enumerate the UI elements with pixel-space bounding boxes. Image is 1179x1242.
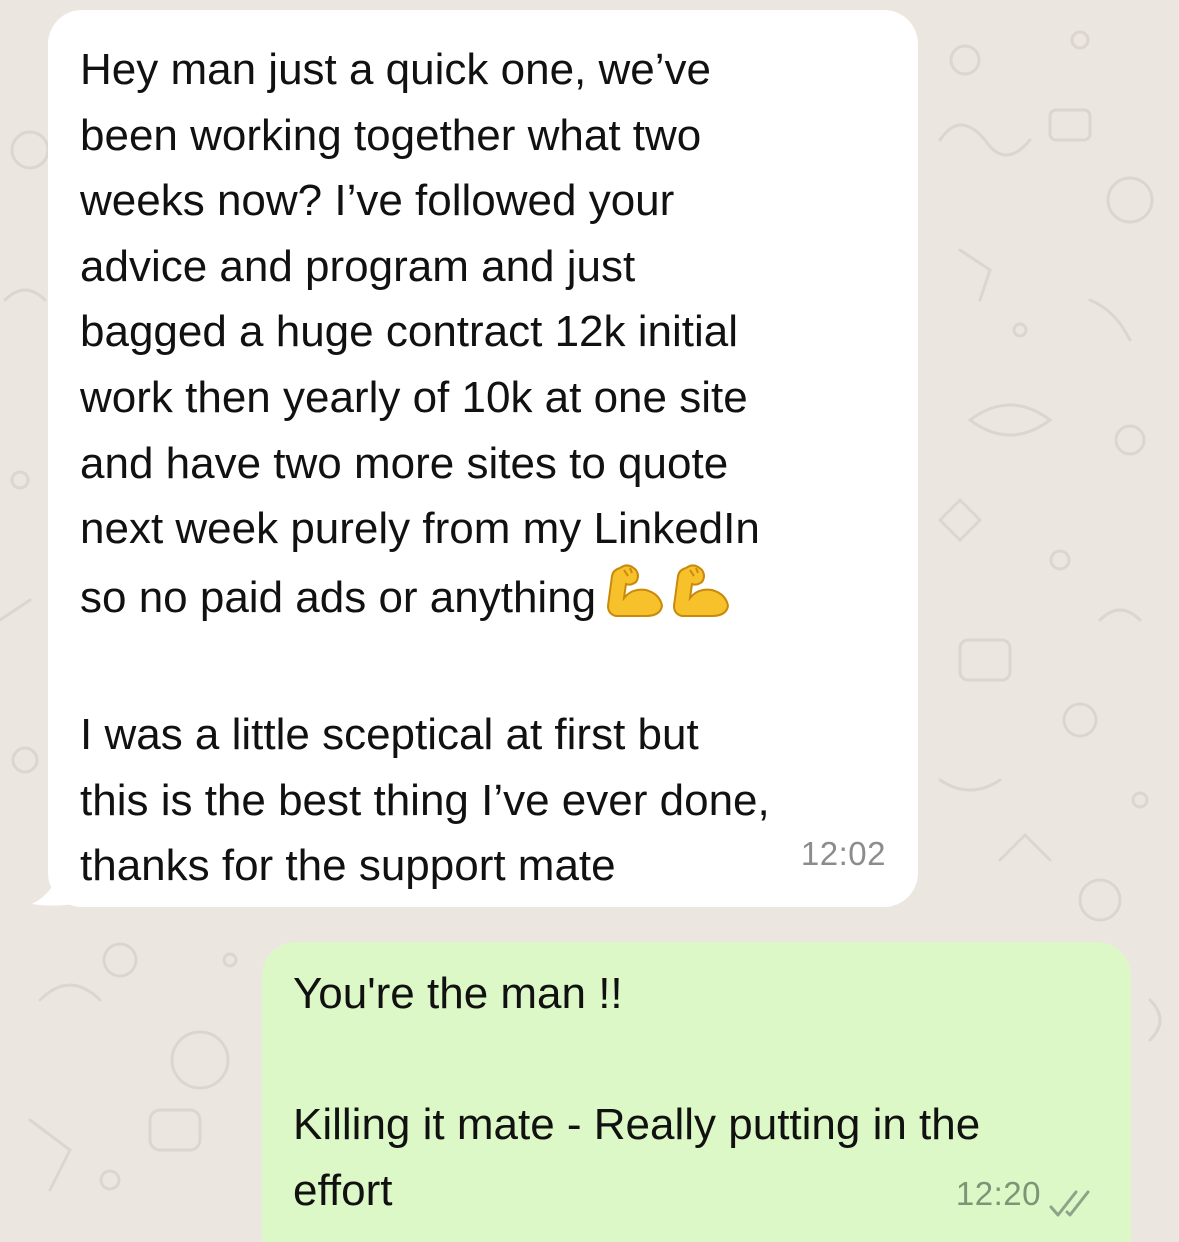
message-line: this is the best thing I’ve ever done, — [80, 775, 770, 825]
message-line: weeks now? I’ve followed your — [80, 176, 675, 226]
message-line: bagged a huge contract 12k initial — [80, 307, 739, 357]
message-line: advice and program and just — [80, 241, 636, 291]
outgoing-message-bubble[interactable]: You're the man !! Killing it mate - Real… — [262, 942, 1131, 1242]
read-double-check-icon — [1049, 1190, 1090, 1217]
incoming-message-bubble[interactable]: Hey man just a quick one, we’ve been wor… — [48, 10, 918, 907]
message-line: so no paid ads or anything — [80, 572, 597, 622]
message-line: I was a little sceptical at first but — [80, 709, 699, 759]
message-line: You're the man !! — [293, 969, 623, 1018]
flexed-biceps-icon — [607, 564, 664, 617]
message-line-with-emoji: so no paid ads or anything — [80, 562, 888, 637]
message-timestamp: 12:02 — [800, 835, 886, 873]
message-line: next week purely from my LinkedIn — [80, 504, 760, 554]
message-line: and have two more sites to quote — [80, 438, 729, 488]
message-line: Hey man just a quick one, we’ve — [80, 45, 711, 94]
incoming-message-text: Hey man just a quick one, we’ve been wor… — [80, 37, 888, 899]
emoji-group — [606, 562, 738, 637]
message-line: Killing it mate - Really putting in the — [293, 1100, 981, 1150]
message-timestamp: 12:20 — [955, 1175, 1041, 1213]
message-line: thanks for the support mate — [80, 841, 616, 891]
message-line: been working together what two — [80, 110, 702, 160]
message-line: work then yearly of 10k at one site — [80, 372, 748, 422]
flexed-biceps-icon — [673, 564, 730, 617]
